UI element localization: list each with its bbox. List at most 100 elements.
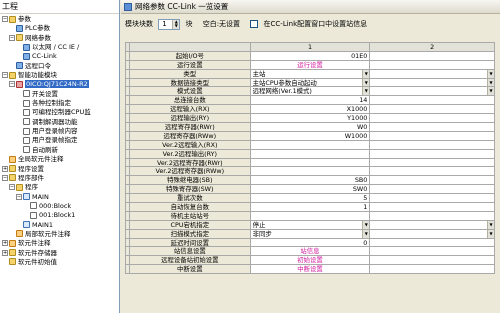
row-input-col-2[interactable] <box>370 167 495 177</box>
row-input-col-1[interactable] <box>250 211 371 221</box>
tree-node[interactable]: + 软元件存储器 <box>0 249 119 258</box>
row-input-col-2[interactable] <box>370 265 495 275</box>
row-link-col-1[interactable]: 站信息 <box>250 247 371 257</box>
station-info-checkbox[interactable] <box>250 20 259 28</box>
tree-node[interactable]: 调制解调器功能 <box>0 118 119 127</box>
tree-node[interactable]: 可编程控制器CPU监 <box>0 108 119 117</box>
row-input-col-2[interactable] <box>370 158 495 168</box>
tree-node[interactable]: − 智能功能模块 <box>0 71 119 80</box>
row-input-col-1[interactable]: SW0 <box>250 185 371 195</box>
dropdown-arrow-icon[interactable]: ▼ <box>362 69 370 78</box>
collapse-icon[interactable]: − <box>9 81 15 88</box>
dropdown-arrow-icon[interactable]: ▼ <box>362 87 370 96</box>
row-dropdown-col-1[interactable]: 非同步 ▼ <box>250 229 371 239</box>
row-input-col-1[interactable]: X1000 <box>250 105 371 115</box>
row-dropdown-col-2[interactable]: ▼ <box>370 87 495 97</box>
dropdown-arrow-icon[interactable]: ▼ <box>362 229 370 238</box>
row-input-col-1[interactable]: 0 <box>250 238 371 248</box>
row-input-col-2[interactable] <box>370 203 495 212</box>
row-dropdown-col-2[interactable]: ▼ <box>370 78 495 88</box>
row-input-col-1[interactable]: 01E0 <box>250 51 371 61</box>
expand-icon[interactable]: + <box>2 165 8 172</box>
tree-node[interactable]: + 程序设置 <box>0 165 119 174</box>
tree-node[interactable]: − 程序 <box>0 183 119 192</box>
collapse-icon[interactable]: − <box>2 174 8 181</box>
row-input-col-2[interactable] <box>370 123 495 132</box>
row-input-col-2[interactable] <box>370 256 495 266</box>
tree-node[interactable]: 局部软元件注释 <box>0 230 119 239</box>
row-input-col-1[interactable] <box>250 158 371 168</box>
expand-icon[interactable]: + <box>2 249 8 256</box>
row-link-col-1[interactable]: 中断设置 <box>250 265 371 275</box>
row-link-col-1[interactable]: 初始设置 <box>250 256 371 266</box>
row-input-col-2[interactable] <box>370 51 495 61</box>
tree-node[interactable]: − MAIN <box>0 193 119 202</box>
tree-node[interactable]: 以太网 / CC IE / <box>0 43 119 52</box>
expand-icon[interactable]: + <box>2 240 8 247</box>
collapse-icon[interactable]: − <box>9 34 15 41</box>
row-dropdown-col-1[interactable]: 远程网络(Ver.1模式) ▼ <box>250 87 371 97</box>
row-input-col-1[interactable] <box>250 140 371 150</box>
row-input-col-2[interactable] <box>370 194 495 204</box>
row-dropdown-col-1[interactable]: 停止 ▼ <box>250 220 371 230</box>
tree-node-label: 参数 <box>18 15 31 23</box>
row-input-col-2[interactable] <box>370 211 495 221</box>
dropdown-arrow-icon[interactable]: ▼ <box>486 69 494 78</box>
tree-node[interactable]: − 参数 <box>0 15 119 24</box>
row-input-col-2[interactable] <box>370 247 495 257</box>
tree-node[interactable]: 用户登录帧指定 <box>0 136 119 145</box>
modules-spinner[interactable]: 1 ▲ ▼ <box>158 18 181 30</box>
row-input-col-2[interactable] <box>370 114 495 124</box>
collapse-icon[interactable]: − <box>16 193 22 200</box>
tree-node[interactable]: 全局软元件注释 <box>0 155 119 164</box>
dropdown-arrow-icon[interactable]: ▼ <box>486 87 494 96</box>
row-dropdown-col-1[interactable]: 主站CPU参数自动起动 ▼ <box>250 78 371 88</box>
dropdown-arrow-icon[interactable]: ▼ <box>362 78 370 87</box>
row-dropdown-col-2[interactable]: ▼ <box>370 229 495 239</box>
row-input-col-1[interactable]: W1000 <box>250 131 371 141</box>
tree-node-label: 各种控制指定 <box>32 99 71 108</box>
row-input-col-2[interactable] <box>370 131 495 141</box>
collapse-icon[interactable]: − <box>9 184 15 191</box>
tree-node[interactable]: − 程序部件 <box>0 174 119 183</box>
row-input-col-1[interactable]: 14 <box>250 96 371 106</box>
tree-node[interactable]: PLC参数 <box>0 24 119 33</box>
row-input-col-1[interactable]: 1 <box>250 203 371 212</box>
tree-node[interactable]: 自动刷新 <box>0 146 119 155</box>
row-input-col-1[interactable]: Y1000 <box>250 114 371 124</box>
tree-node[interactable]: 000:Block <box>0 202 119 211</box>
row-input-col-2[interactable] <box>370 185 495 195</box>
tree-node[interactable]: 001:Block1 <box>0 211 119 220</box>
row-input-col-2[interactable] <box>370 96 495 106</box>
row-input-col-1[interactable]: SB0 <box>250 176 371 186</box>
row-input-col-2[interactable] <box>370 238 495 248</box>
row-input-col-2[interactable] <box>370 105 495 115</box>
spin-arrows-icon[interactable]: ▲ ▼ <box>172 19 180 29</box>
collapse-icon[interactable]: − <box>2 16 8 22</box>
row-input-col-1[interactable] <box>250 149 371 159</box>
dropdown-arrow-icon[interactable]: ▼ <box>486 229 494 238</box>
tree-node[interactable]: − 0ICO:QJ71C24N-R2 <box>0 80 119 89</box>
dropdown-arrow-icon[interactable]: ▼ <box>486 78 494 87</box>
tree-node[interactable]: 开关设置 <box>0 90 119 99</box>
collapse-icon[interactable]: − <box>2 72 8 79</box>
row-dropdown-col-1[interactable]: 主站 ▼ <box>250 69 371 79</box>
row-input-col-2[interactable] <box>370 60 495 70</box>
dropdown-arrow-icon[interactable]: ▼ <box>362 220 370 229</box>
tree-node[interactable]: 软元件初始值 <box>0 258 119 267</box>
row-input-col-2[interactable] <box>370 140 495 150</box>
tree-node[interactable]: 远程口令 <box>0 62 119 71</box>
tree-node[interactable]: − 网络参数 <box>0 34 119 43</box>
row-link-col-1[interactable]: 运行设置 <box>250 60 371 70</box>
tree-node[interactable]: + 软元件注释 <box>0 239 119 248</box>
row-input-col-1[interactable]: 5 <box>250 194 371 204</box>
row-input-col-2[interactable] <box>370 149 495 159</box>
row-input-col-1[interactable]: W0 <box>250 123 371 132</box>
tree-node[interactable]: MAIN1 <box>0 221 119 230</box>
row-dropdown-col-2[interactable]: ▼ <box>370 69 495 79</box>
row-dropdown-col-2[interactable]: ▼ <box>370 220 495 230</box>
row-input-col-2[interactable] <box>370 176 495 186</box>
tree-node[interactable]: CC-Link <box>0 52 119 61</box>
dropdown-arrow-icon[interactable]: ▼ <box>486 220 494 229</box>
row-input-col-1[interactable] <box>250 167 371 177</box>
